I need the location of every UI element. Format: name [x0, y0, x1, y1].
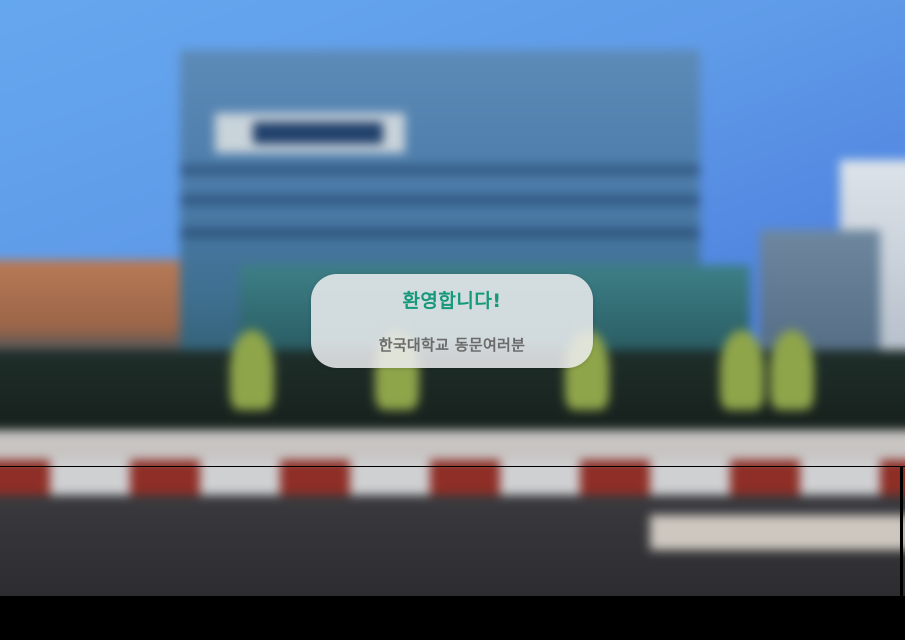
welcome-title: 환영합니다! [402, 290, 502, 312]
welcome-card: 환영합니다! 한국대학교 동문여러분 [311, 274, 593, 368]
bottom-black-bar [0, 596, 905, 640]
welcome-subtitle: 한국대학교 동문여러분 [378, 336, 526, 354]
